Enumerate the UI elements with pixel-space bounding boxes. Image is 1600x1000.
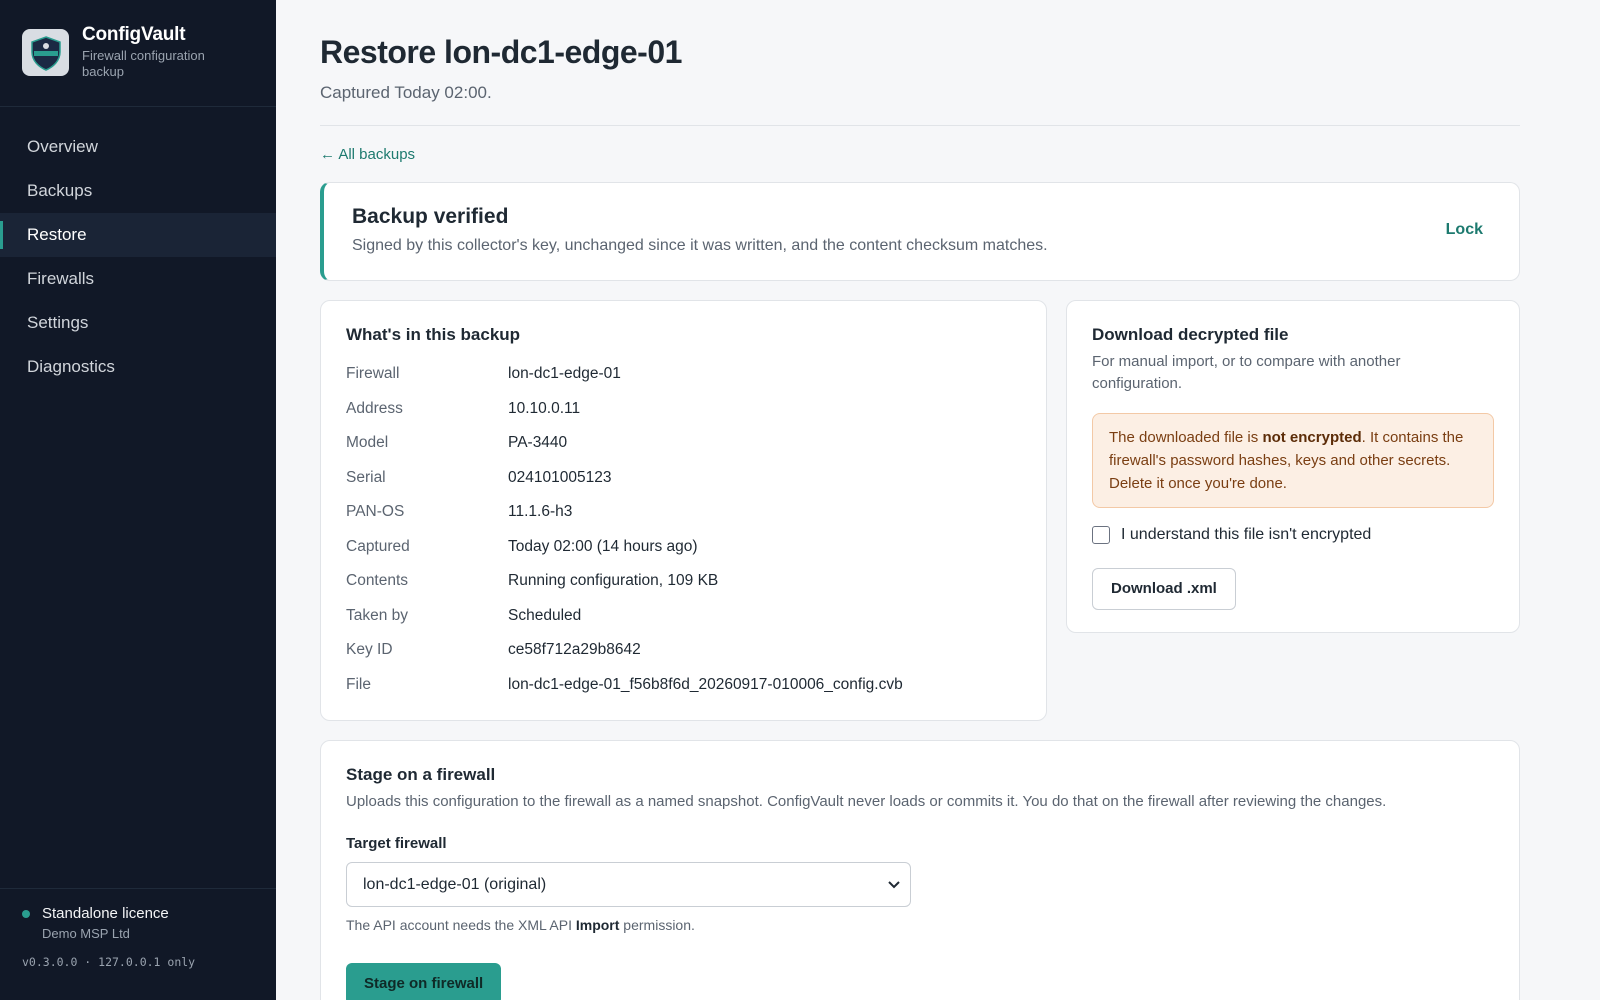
detail-row-model: Model PA-3440 bbox=[346, 434, 568, 452]
stage-on-firewall-button[interactable]: Stage on firewall bbox=[346, 963, 502, 1000]
download-card: Download decrypted file For manual impor… bbox=[1066, 300, 1520, 633]
unencrypted-warning: The downloaded file is not encrypted. It… bbox=[1092, 413, 1494, 508]
details-list: Firewall lon-dc1-edge-01 Address 10.10.0.1… bbox=[346, 357, 1021, 702]
verified-banner: Backup verified Signed by this collector… bbox=[320, 182, 1520, 281]
detail-row-panos: PAN-OS 11.1.6-h3 bbox=[346, 503, 573, 521]
detail-row-captured: Captured Today 02:00 (14 hours ago) bbox=[346, 537, 698, 555]
page-subtitle: Captured Today 02:00. bbox=[320, 83, 492, 102]
target-firewall-label: Target firewall bbox=[346, 835, 447, 852]
sidebar-item-restore[interactable]: Restore bbox=[0, 213, 276, 257]
app-subtitle: Firewall configuration backup bbox=[82, 48, 205, 79]
page-title: Restore lon-dc1-edge-01 bbox=[320, 34, 682, 70]
understand-checkbox[interactable] bbox=[1092, 526, 1110, 544]
download-desc: For manual import, or to compare with an… bbox=[1092, 353, 1401, 392]
sidebar-item-firewalls[interactable]: Firewalls bbox=[0, 257, 276, 301]
status-dot-icon bbox=[22, 909, 30, 918]
detail-row-taken-by: Taken by Scheduled bbox=[346, 606, 582, 624]
detail-row-serial: Serial 024101005123 bbox=[346, 468, 612, 486]
app-name: ConfigVault bbox=[82, 24, 186, 45]
licence-name: Standalone licence bbox=[42, 905, 169, 922]
verified-text: Signed by this collector's key, unchange… bbox=[352, 237, 1048, 254]
api-permission-hint: The API account needs the XML API Import… bbox=[346, 917, 695, 933]
licence-org: Demo MSP Ltd bbox=[42, 926, 130, 941]
main-content: Restore lon-dc1-edge-01 Captured Today 0… bbox=[276, 0, 1600, 1000]
stage-desc: Uploads this configuration to the firewa… bbox=[346, 793, 1387, 810]
sidebar: ConfigVault Firewall configuration backu… bbox=[0, 0, 276, 1000]
sidebar-item-diagnostics[interactable]: Diagnostics bbox=[0, 345, 276, 389]
lock-button[interactable]: Lock bbox=[1446, 221, 1483, 239]
target-firewall-value: lon-dc1-edge-01 (original) bbox=[363, 875, 547, 893]
backup-details-card: What's in this backup Firewall lon-dc1-ed… bbox=[320, 300, 1047, 721]
detail-row-contents: Contents Running configuration, 109 KB bbox=[346, 572, 719, 590]
sidebar-item-backups[interactable]: Backups bbox=[0, 169, 276, 213]
all-backups-link[interactable]: ← All backups bbox=[320, 146, 415, 163]
detail-row-file: File lon-dc1-edge-01_f56b8f6d_20260917-01… bbox=[346, 675, 903, 693]
understand-checkbox-row[interactable]: I understand this file isn't encrypted bbox=[1092, 526, 1494, 544]
detail-row-address: Address 10.10.0.11 bbox=[346, 399, 581, 417]
shield-logo-icon bbox=[22, 29, 69, 76]
sidebar-footer: Standalone licence Demo MSP Ltd v0.3.0.0… bbox=[0, 888, 276, 1000]
version-info: v0.3.0.0 · 127.0.0.1 only bbox=[22, 955, 196, 969]
stage-title: Stage on a firewall bbox=[346, 765, 496, 784]
sidebar-item-settings[interactable]: Settings bbox=[0, 301, 276, 345]
detail-row-firewall: Firewall lon-dc1-edge-01 bbox=[346, 365, 621, 383]
target-firewall-select[interactable]: lon-dc1-edge-01 (original) bbox=[346, 862, 911, 907]
brand: ConfigVault Firewall configuration backu… bbox=[0, 0, 276, 107]
verified-title: Backup verified bbox=[352, 205, 509, 228]
chevron-down-icon bbox=[888, 876, 900, 894]
sidebar-nav: Overview Backups Restore Firewalls Setti… bbox=[0, 125, 276, 389]
divider bbox=[320, 125, 1520, 126]
detail-row-key-id: Key ID ce58f712a29b8642 bbox=[346, 641, 641, 659]
sidebar-item-overview[interactable]: Overview bbox=[0, 125, 276, 169]
stage-card: Stage on a firewall Uploads this configu… bbox=[320, 740, 1520, 1000]
details-title: What's in this backup bbox=[346, 325, 521, 344]
understand-checkbox-label: I understand this file isn't encrypted bbox=[1121, 526, 1372, 543]
download-title: Download decrypted file bbox=[1092, 325, 1289, 344]
download-xml-button[interactable]: Download .xml bbox=[1092, 568, 1236, 610]
